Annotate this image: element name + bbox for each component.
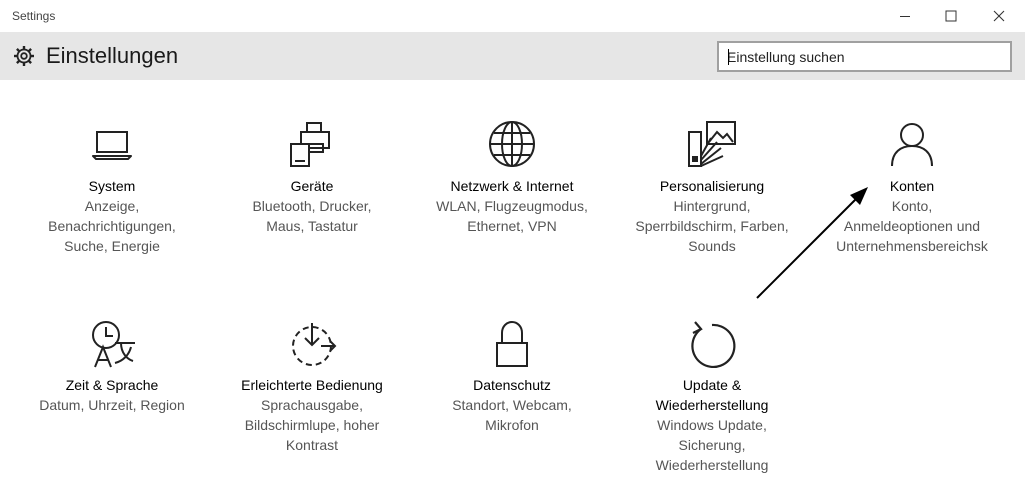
tile-name: Erleichterte Bedienung <box>241 377 383 393</box>
window-title: Settings <box>12 9 56 23</box>
search-input[interactable] <box>719 43 1010 70</box>
settings-header: Einstellungen <box>0 32 1025 80</box>
tile-personalization[interactable]: Personalisierung Hintergrund, Sperrbilds… <box>612 115 812 265</box>
tile-description: Anzeige, Benachrichtigungen, Suche, Ener… <box>48 198 176 254</box>
time-language-icon <box>92 321 135 368</box>
search-box[interactable] <box>717 41 1012 72</box>
tile-system[interactable]: System Anzeige, Benachrichtigungen, Such… <box>12 115 212 265</box>
minimize-icon <box>900 16 910 17</box>
page-title: Einstellungen <box>46 43 179 68</box>
tile-accounts[interactable]: Konten Konto, Anmeldeoptionen und Untern… <box>812 115 1012 265</box>
tile-description: Bluetooth, Drucker, Maus, Tastatur <box>252 198 372 234</box>
maximize-button[interactable] <box>928 0 974 32</box>
tile-devices[interactable]: Geräte Bluetooth, Drucker, Maus, Tastatu… <box>212 115 412 265</box>
tile-description: Hintergrund, Sperrbildschirm, Farben, So… <box>635 198 789 254</box>
tile-time-language[interactable]: Zeit & Sprache Datum, Uhrzeit, Region <box>12 315 212 485</box>
tile-name: Konten <box>889 178 935 194</box>
tile-name: Datenschutz <box>473 377 551 393</box>
person-icon <box>891 123 933 167</box>
tile-network[interactable]: Netzwerk & Internet WLAN, Flugzeugmodus,… <box>412 115 612 265</box>
close-button[interactable] <box>976 0 1022 32</box>
tile-name: Zeit & Sprache <box>65 377 159 393</box>
tile-name: System <box>88 178 136 194</box>
tile-privacy[interactable]: Datenschutz Standort, Webcam, Mikrofon <box>412 315 612 485</box>
minimize-button[interactable] <box>882 0 928 32</box>
text-caret <box>728 49 729 65</box>
tile-name: Update & Wiederherstellung <box>655 377 769 413</box>
tile-description: Datum, Uhrzeit, Region <box>39 397 185 413</box>
personalization-icon <box>688 121 736 167</box>
update-icon <box>691 321 736 369</box>
tile-name: Netzwerk & Internet <box>450 178 574 194</box>
laptop-icon <box>92 131 132 160</box>
globe-icon <box>489 121 535 167</box>
close-icon <box>993 10 1005 22</box>
gear-icon <box>14 46 34 66</box>
tile-ease-of-access[interactable]: Erleichterte Bedienung Sprachausgabe, Bi… <box>212 315 412 485</box>
tile-description: Standort, Webcam, Mikrofon <box>452 397 572 433</box>
lock-icon <box>496 320 528 367</box>
tile-name: Geräte <box>290 178 334 194</box>
tile-update-recovery[interactable]: Update & Wiederherstellung Windows Updat… <box>612 315 812 485</box>
tile-name: Personalisierung <box>659 178 765 194</box>
ease-of-access-icon <box>292 323 337 366</box>
title-bar: Settings <box>0 0 1025 32</box>
maximize-icon <box>945 10 957 22</box>
tile-description: Konto, Anmeldeoptionen und Unternehmensb… <box>836 198 988 254</box>
tile-description: Sprachausgabe, Bildschirmlupe, hoher Kon… <box>244 397 380 453</box>
tile-description: WLAN, Flugzeugmodus, Ethernet, VPN <box>436 198 588 234</box>
devices-icon <box>290 122 330 167</box>
tile-description: Windows Update, Sicherung, Wiederherstel… <box>655 417 769 473</box>
